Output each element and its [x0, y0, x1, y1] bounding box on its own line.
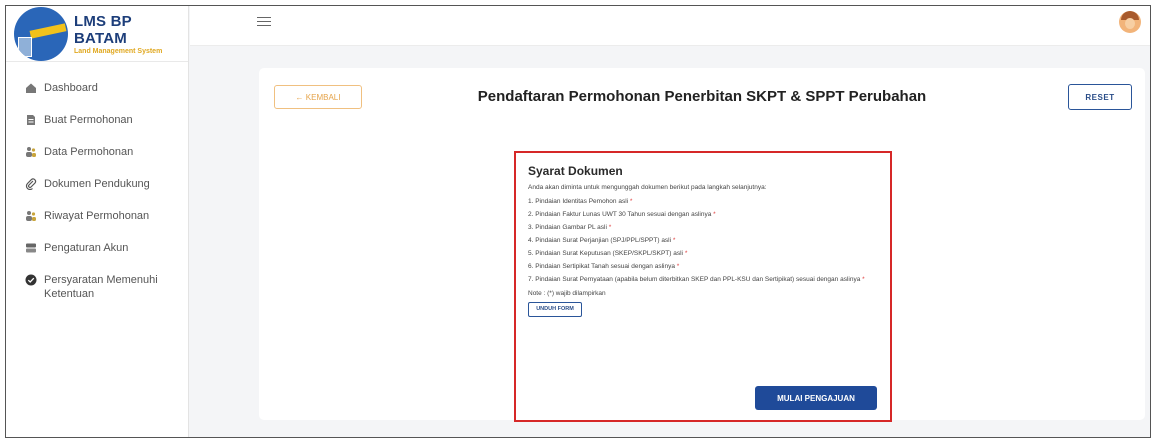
- sidebar-item-label: Dokumen Pendukung: [44, 178, 150, 190]
- document-requirements-box: Syarat Dokumen Anda akan diminta untuk m…: [514, 151, 892, 422]
- main-card: ← KEMBALI Pendaftaran Permohonan Penerbi…: [259, 68, 1145, 422]
- sidebar-item-label: Data Permohonan: [44, 146, 134, 158]
- required-note: Note : (*) wajib dilampirkan: [528, 290, 606, 297]
- sidebar-item-label: Dashboard: [44, 82, 98, 94]
- brand-subtitle: Land Management System: [74, 47, 163, 55]
- brand-title: LMS BP BATAM: [74, 12, 132, 47]
- requirements-list: 1. Pindaian Identitas Pemohon asli * 2. …: [528, 195, 878, 286]
- lms-logo: [14, 6, 68, 61]
- list-item: 1. Pindaian Identitas Pemohon asli *: [528, 198, 633, 205]
- app-window: LMS BP BATAM Land Management System Dash…: [5, 5, 1151, 438]
- list-item: 4. Pindaian Surat Perjanjian (SPJ/PPL/SP…: [528, 237, 676, 244]
- history-users-icon: [26, 211, 36, 221]
- brand[interactable]: LMS BP BATAM Land Management System: [6, 6, 188, 62]
- sidebar-item-buat-permohonan[interactable]: Buat Permohonan: [6, 104, 188, 136]
- sidebar-item-dashboard[interactable]: Dashboard: [6, 72, 188, 104]
- list-item: 6. Pindaian Sertipikat Tanah sesuai deng…: [528, 263, 680, 270]
- home-icon: [26, 83, 36, 93]
- requirements-title: Syarat Dokumen: [528, 164, 623, 178]
- hamburger-icon[interactable]: [257, 17, 271, 29]
- account-settings-icon: [26, 243, 36, 253]
- document-icon: [27, 115, 35, 125]
- page-title: Pendaftaran Permohonan Penerbitan SKPT &…: [477, 88, 927, 105]
- sidebar-item-label: Buat Permohonan: [44, 114, 133, 126]
- download-form-button[interactable]: UNDUH FORM: [528, 301, 582, 317]
- sidebar-item-persyaratan[interactable]: Persyaratan Memenuhi Ketentuan: [6, 264, 188, 310]
- list-item: 5. Pindaian Surat Keputusan (SKEP/SKPL/S…: [528, 250, 688, 257]
- sidebar: LMS BP BATAM Land Management System Dash…: [6, 6, 189, 437]
- sidebar-item-pengaturan-akun[interactable]: Pengaturan Akun: [6, 232, 188, 264]
- start-submission-button[interactable]: MULAI PENGAJUAN: [755, 386, 877, 410]
- sidebar-item-label: Pengaturan Akun: [44, 242, 129, 254]
- users-icon: [26, 147, 36, 157]
- list-item: 7. Pindaian Surat Pernyataan (apabila be…: [528, 276, 865, 283]
- user-avatar-icon[interactable]: [1119, 11, 1141, 33]
- sidebar-item-riwayat-permohonan[interactable]: Riwayat Permohonan: [6, 200, 188, 232]
- sidebar-item-label: Persyaratan Memenuhi Ketentuan: [44, 274, 158, 300]
- list-item: 2. Pindaian Faktur Lunas UWT 30 Tahun se…: [528, 211, 716, 218]
- list-item: 3. Pindaian Gambar PL asli *: [528, 224, 612, 231]
- sidebar-item-dokumen-pendukung[interactable]: Dokumen Pendukung: [6, 168, 188, 200]
- paperclip-icon: [25, 178, 37, 190]
- topbar: [190, 6, 1150, 46]
- reset-button[interactable]: RESET: [1068, 84, 1132, 110]
- requirements-intro: Anda akan diminta untuk mengunggah dokum…: [528, 184, 767, 191]
- sidebar-nav: Dashboard Buat Permohonan Data Permohona…: [6, 72, 188, 310]
- sidebar-item-data-permohonan[interactable]: Data Permohonan: [6, 136, 188, 168]
- sidebar-item-label: Riwayat Permohonan: [44, 210, 150, 222]
- check-circle-icon: [25, 274, 37, 286]
